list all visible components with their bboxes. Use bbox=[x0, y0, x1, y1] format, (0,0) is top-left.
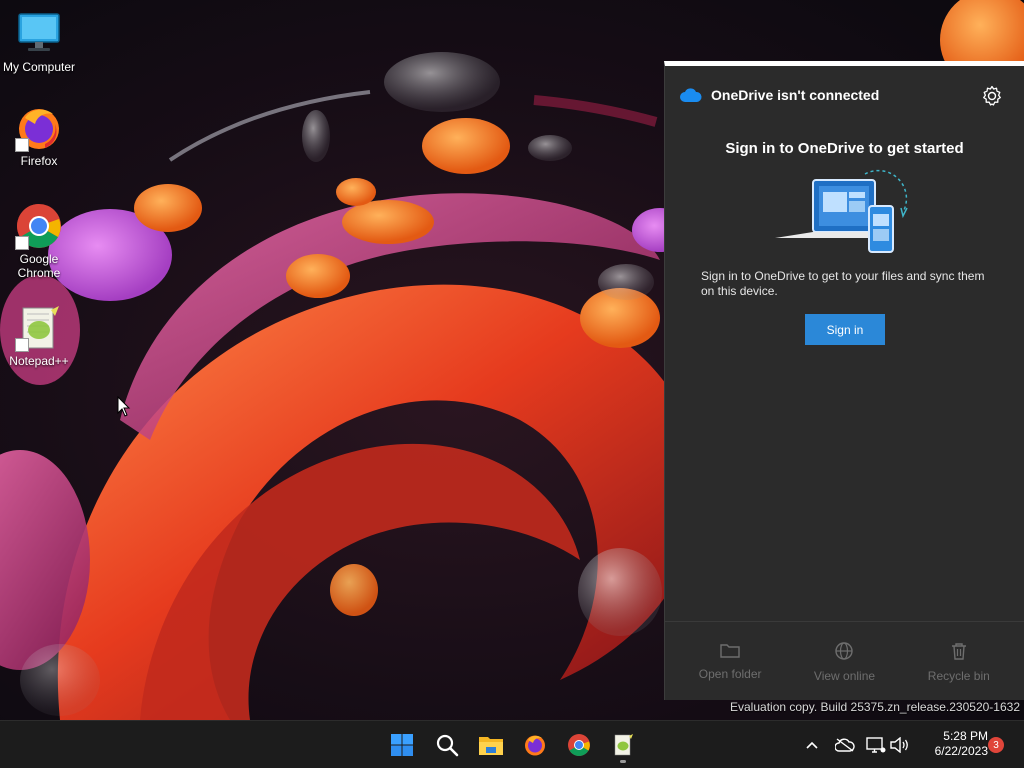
shortcut-arrow-icon bbox=[15, 138, 29, 152]
view-online-label: View online bbox=[813, 669, 876, 683]
desktop-icon-label: Notepad++ bbox=[9, 354, 69, 368]
folder-icon bbox=[479, 737, 503, 755]
show-hidden-icons-button[interactable] bbox=[800, 733, 824, 757]
settings-gear-icon[interactable] bbox=[980, 84, 1004, 108]
search-icon bbox=[436, 734, 459, 757]
open-folder-label: Open folder bbox=[698, 667, 762, 681]
shortcut-arrow-icon bbox=[15, 236, 29, 250]
running-indicator bbox=[620, 760, 626, 763]
desktop-icon-notepad-plus-plus[interactable]: Notepad++ bbox=[0, 304, 78, 368]
desktop-icon-label: My Computer bbox=[2, 60, 76, 74]
onedrive-offline-icon bbox=[835, 738, 855, 752]
open-folder-button[interactable]: Open folder bbox=[675, 642, 785, 700]
network-tray-button[interactable] bbox=[864, 733, 888, 757]
chevron-up-icon bbox=[806, 741, 818, 749]
laptop-phone-sync-illustration bbox=[775, 169, 908, 253]
recycle-bin-button[interactable]: Recycle bin bbox=[904, 642, 1014, 700]
notepad-icon bbox=[614, 734, 633, 756]
clock-time: 5:28 PM bbox=[943, 729, 988, 743]
file-explorer-button[interactable] bbox=[473, 727, 509, 763]
globe-icon bbox=[835, 642, 854, 660]
firefox-icon bbox=[15, 104, 63, 152]
taskbar: 5:28 PM 6/22/2023 3 bbox=[0, 720, 1024, 768]
onedrive-title: OneDrive isn't connected bbox=[711, 87, 880, 103]
chrome-icon bbox=[15, 202, 63, 250]
mouse-cursor-icon bbox=[117, 396, 131, 417]
onedrive-description: Sign in to OneDrive to get to your files… bbox=[701, 269, 985, 298]
trash-icon bbox=[951, 643, 966, 660]
shortcut-arrow-icon bbox=[15, 338, 29, 352]
onedrive-heading: Sign in to OneDrive to get started bbox=[725, 140, 964, 157]
folder-icon bbox=[720, 644, 740, 658]
clock-button[interactable]: 5:28 PM 6/22/2023 bbox=[918, 729, 988, 759]
onedrive-action-bar: Open folder View online Recycle bin bbox=[665, 621, 1024, 700]
clock-date: 6/22/2023 bbox=[934, 744, 988, 758]
volume-icon bbox=[890, 737, 908, 753]
desktop-icon-firefox[interactable]: Firefox bbox=[0, 104, 78, 168]
onedrive-tray-button[interactable] bbox=[833, 733, 857, 757]
firefox-taskbar-button[interactable] bbox=[517, 727, 553, 763]
chrome-taskbar-button[interactable] bbox=[561, 727, 597, 763]
windows-logo-icon bbox=[391, 734, 413, 756]
recycle-bin-label: Recycle bin bbox=[927, 669, 990, 683]
volume-tray-button[interactable] bbox=[888, 733, 912, 757]
notification-badge[interactable]: 3 bbox=[988, 737, 1004, 753]
desktop-icon-google-chrome[interactable]: Google Chrome bbox=[0, 202, 78, 280]
start-button[interactable] bbox=[384, 727, 420, 763]
evaluation-watermark: Evaluation copy. Build 25375.zn_release.… bbox=[730, 700, 1020, 714]
desktop-icon-my-computer[interactable]: My Computer bbox=[0, 10, 78, 74]
network-icon bbox=[866, 737, 886, 753]
notepad-plus-plus-taskbar-button[interactable] bbox=[605, 727, 641, 763]
firefox-icon bbox=[525, 735, 545, 756]
onedrive-header: OneDrive isn't connected bbox=[665, 66, 1024, 122]
sign-in-button[interactable]: Sign in bbox=[805, 314, 885, 345]
onedrive-cloud-icon bbox=[680, 88, 702, 102]
chrome-icon bbox=[568, 734, 590, 756]
view-online-button[interactable]: View online bbox=[789, 642, 899, 700]
notepad-icon bbox=[15, 304, 63, 352]
desktop-icon-label: Firefox bbox=[20, 154, 58, 168]
desktop-icon-label: Google Chrome bbox=[17, 252, 61, 280]
monitor-icon bbox=[15, 10, 63, 58]
onedrive-flyout: OneDrive isn't connected Sign in to OneD… bbox=[664, 61, 1024, 700]
search-button[interactable] bbox=[429, 727, 465, 763]
